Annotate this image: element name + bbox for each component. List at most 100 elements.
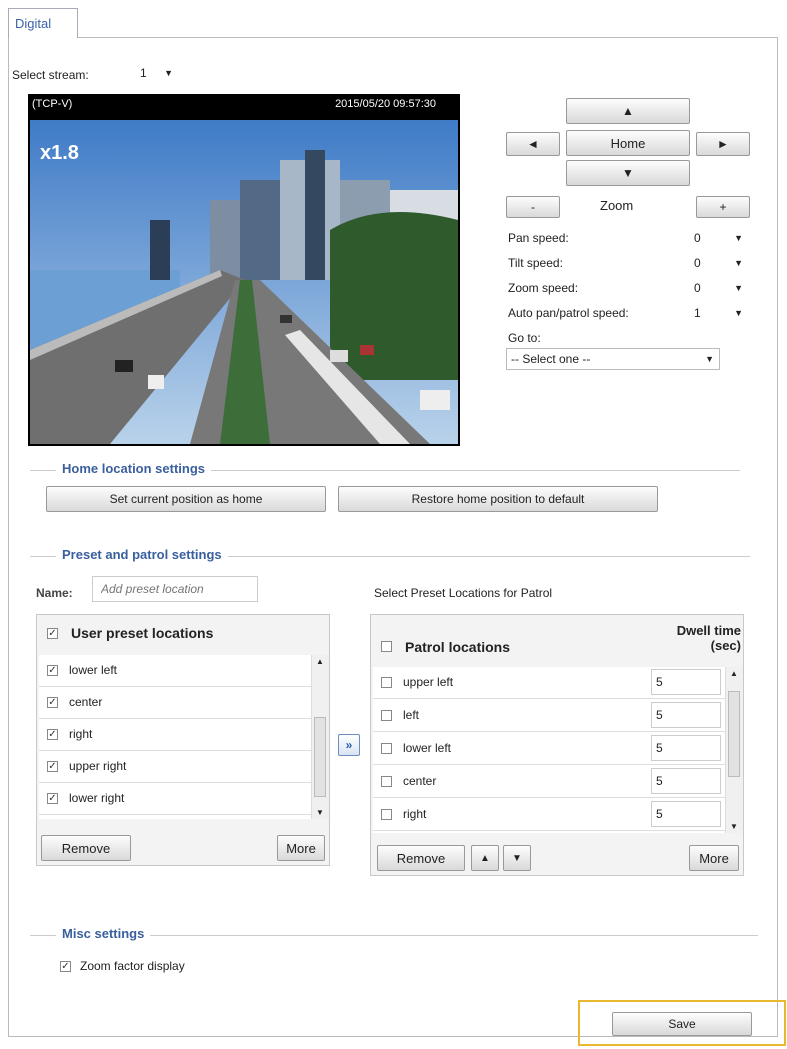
checkbox[interactable]	[381, 743, 392, 754]
patrol-select-all-checkbox[interactable]	[381, 641, 392, 652]
stream-select[interactable]: 1 ▼	[136, 63, 178, 85]
goto-select[interactable]: -- Select one -- ▼	[506, 348, 720, 370]
goto-label: Go to:	[508, 331, 541, 345]
checkbox[interactable]	[381, 677, 392, 688]
home-section-title: Home location settings	[56, 461, 212, 476]
add-to-patrol-button[interactable]: »	[338, 734, 360, 756]
preset-name-input[interactable]	[92, 576, 258, 602]
set-home-button[interactable]: Set current position as home	[46, 486, 326, 512]
checkbox[interactable]	[381, 776, 392, 787]
table-row[interactable]: left 5	[373, 700, 725, 732]
zoom-factor-display-checkbox[interactable]: ✓	[60, 961, 71, 972]
tab-digital[interactable]: Digital	[8, 8, 78, 38]
zoom-in-button[interactable]: +	[696, 196, 750, 218]
patrol-header: Patrol locations	[405, 639, 511, 655]
tilt-speed-label: Tilt speed:	[508, 256, 563, 270]
checkbox[interactable]: ✓	[47, 697, 58, 708]
list-item[interactable]: ✓ upper right	[39, 751, 311, 783]
scroll-up-icon[interactable]: ▲	[316, 657, 324, 666]
restore-home-button[interactable]: Restore home position to default	[338, 486, 658, 512]
checkbox[interactable]: ✓	[47, 729, 58, 740]
zoom-speed-label: Zoom speed:	[508, 281, 579, 295]
dwell-time-input[interactable]: 5	[651, 768, 721, 794]
auto-pan-speed-select[interactable]: 1 ▼	[690, 303, 748, 325]
patrol-name: upper left	[403, 675, 454, 689]
pan-left-button[interactable]: ◄	[506, 132, 560, 156]
scroll-down-icon[interactable]: ▼	[730, 822, 738, 831]
user-preset-select-all-checkbox[interactable]: ✓	[47, 628, 58, 639]
dwell-time-input[interactable]: 5	[651, 669, 721, 695]
checkbox[interactable]: ✓	[47, 793, 58, 804]
dwell-time-input[interactable]: 5	[651, 735, 721, 761]
list-item[interactable]: ✓ center	[39, 687, 311, 719]
list-item-label: center	[69, 695, 103, 709]
checkbox[interactable]	[381, 710, 392, 721]
scroll-thumb[interactable]	[314, 717, 326, 797]
zoom-factor-overlay: x1.8	[40, 142, 79, 164]
dwell-time-input[interactable]: 5	[651, 801, 721, 827]
stream-value: 1	[140, 66, 147, 80]
patrol-select-label: Select Preset Locations for Patrol	[374, 586, 553, 600]
user-preset-more-button[interactable]: More	[277, 835, 325, 861]
pan-right-button[interactable]: ►	[696, 132, 750, 156]
patrol-scrollbar[interactable]: ▲ ▼	[725, 667, 743, 833]
pan-speed-select[interactable]: 0 ▼	[690, 228, 748, 250]
zoom-label: Zoom	[600, 198, 634, 213]
stream-protocol: (TCP-V)	[32, 98, 73, 110]
zoom-speed-select[interactable]: 0 ▼	[690, 278, 748, 300]
patrol-more-button[interactable]: More	[689, 845, 739, 871]
video-view[interactable]: (TCP-V) 2015/05/20 09:57:30 x1.8	[28, 94, 460, 446]
patrol-move-up-button[interactable]: ▲	[471, 845, 499, 871]
patrol-name: right	[403, 807, 427, 821]
pan-speed-label: Pan speed:	[508, 231, 569, 245]
list-item-label: right	[69, 727, 93, 741]
zoom-speed-value: 0	[694, 281, 701, 295]
save-button[interactable]: Save	[612, 1012, 752, 1036]
checkbox[interactable]: ✓	[47, 761, 58, 772]
checkbox[interactable]: ✓	[47, 665, 58, 676]
list-item-label: upper right	[69, 759, 127, 773]
list-item-label: lower right	[69, 791, 125, 805]
dwell-time-header: Dwell time (sec)	[677, 623, 741, 653]
dwell-time-header-line1: Dwell time	[676, 623, 741, 638]
chevron-down-icon: ▼	[734, 308, 743, 318]
scroll-down-icon[interactable]: ▼	[316, 808, 324, 817]
preset-section-title: Preset and patrol settings	[56, 547, 228, 562]
tilt-speed-value: 0	[694, 256, 701, 270]
tilt-down-button[interactable]: ▼	[566, 160, 690, 186]
goto-value: -- Select one --	[511, 352, 591, 366]
tilt-speed-select[interactable]: 0 ▼	[690, 253, 748, 275]
auto-pan-speed-label: Auto pan/patrol speed:	[508, 306, 629, 320]
patrol-name: left	[403, 708, 420, 722]
scroll-thumb[interactable]	[728, 691, 740, 777]
chevron-down-icon: ▼	[734, 233, 743, 243]
user-preset-panel: ✓ User preset locations ✓ lower left ✓ cen…	[36, 614, 330, 866]
checkbox[interactable]	[381, 809, 392, 820]
patrol-panel: Patrol locations Dwell time (sec) upper …	[370, 614, 744, 876]
chevron-down-icon: ▼	[705, 354, 714, 364]
table-row[interactable]: center 5	[373, 766, 725, 798]
video-timestamp: 2015/05/20 09:57:30	[335, 98, 436, 110]
table-row[interactable]: lower left 5	[373, 733, 725, 765]
zoom-out-button[interactable]: -	[506, 196, 560, 218]
dwell-time-input[interactable]: 5	[651, 702, 721, 728]
pan-speed-value: 0	[694, 231, 701, 245]
list-item[interactable]: ✓ right	[39, 719, 311, 751]
tilt-up-button[interactable]: ▲	[566, 98, 690, 124]
patrol-remove-button[interactable]: Remove	[377, 845, 465, 871]
list-item-label: lower left	[69, 663, 118, 677]
table-row[interactable]: upper left 5	[373, 667, 725, 699]
patrol-move-down-button[interactable]: ▼	[503, 845, 531, 871]
patrol-name: lower left	[403, 741, 452, 755]
table-row[interactable]: right 5	[373, 799, 725, 831]
home-button[interactable]: Home	[566, 130, 690, 156]
scroll-up-icon[interactable]: ▲	[730, 669, 738, 678]
user-preset-remove-button[interactable]: Remove	[41, 835, 131, 861]
stream-label: Select stream:	[12, 68, 89, 82]
list-item[interactable]: ✓ lower left	[39, 655, 311, 687]
user-preset-scrollbar[interactable]: ▲ ▼	[311, 655, 329, 819]
auto-pan-speed-value: 1	[694, 306, 701, 320]
dwell-time-header-line2: (sec)	[710, 638, 741, 653]
user-preset-list: ✓ lower left ✓ center ✓ right ✓ upper right …	[39, 655, 329, 819]
list-item[interactable]: ✓ lower right	[39, 783, 311, 815]
